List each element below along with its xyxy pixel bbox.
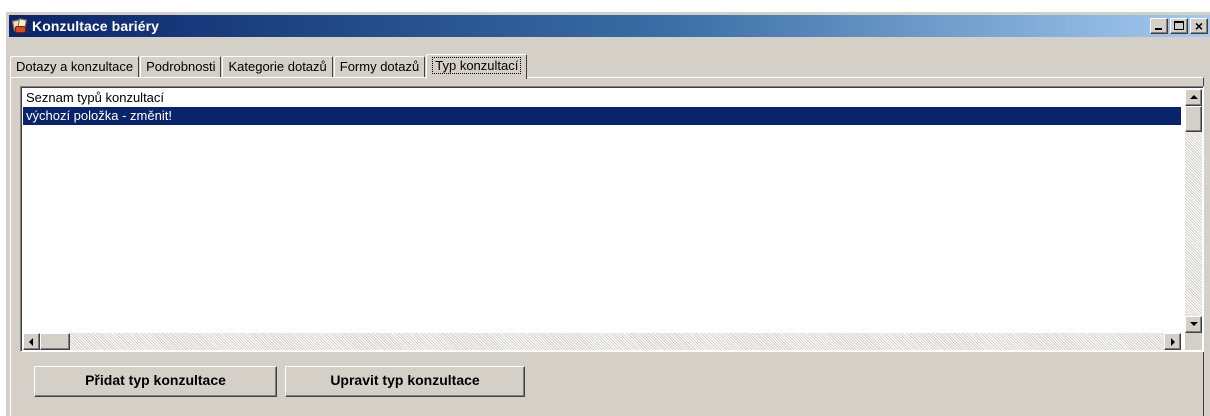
list-item[interactable]: výchozí položka - změnit! — [23, 107, 1181, 125]
edit-consultation-type-button[interactable]: Upravit typ konzultace — [285, 366, 525, 397]
minimize-button[interactable] — [1150, 18, 1168, 34]
arrow-right-icon — [1171, 338, 1175, 346]
title-bar[interactable]: Konzultace bariéry × — [9, 15, 1210, 37]
tab-typ-konzultaci-label: Typ konzultací — [432, 57, 522, 74]
horizontal-scrollbar[interactable] — [23, 333, 1181, 350]
maximize-button[interactable] — [1170, 18, 1188, 34]
consultation-type-list[interactable]: Seznam typů konzultací výchozí položka -… — [20, 86, 1204, 352]
tab-kategorie-dotazu[interactable]: Kategorie dotazů — [222, 56, 333, 78]
scroll-left-button[interactable] — [23, 333, 40, 350]
scrollbar-corner — [1185, 333, 1202, 350]
tab-dotazy-a-konzultace[interactable]: Dotazy a konzultace — [10, 56, 140, 78]
scroll-down-button[interactable] — [1185, 316, 1202, 333]
maximize-icon — [1174, 21, 1184, 30]
tab-typ-konzultaci[interactable]: Typ konzultací — [426, 54, 528, 79]
vertical-scrollbar[interactable] — [1185, 89, 1202, 333]
arrow-left-icon — [29, 338, 33, 346]
tab-podrobnosti[interactable]: Podrobnosti — [140, 56, 222, 78]
horizontal-scroll-thumb[interactable] — [40, 333, 70, 350]
window-title: Konzultace bariéry — [32, 18, 160, 34]
close-icon: × — [1194, 18, 1204, 34]
arrow-up-icon — [1190, 95, 1198, 99]
minimize-icon — [1155, 28, 1162, 30]
window-controls: × — [1150, 18, 1208, 34]
vertical-scroll-thumb[interactable] — [1185, 106, 1202, 132]
tab-strip: Dotazy a konzultace Podrobnosti Kategori… — [10, 52, 528, 79]
scroll-up-button[interactable] — [1185, 89, 1202, 106]
arrow-down-icon — [1190, 322, 1198, 326]
add-consultation-type-button[interactable]: Přidat typ konzultace — [34, 366, 277, 397]
close-button[interactable]: × — [1190, 18, 1208, 34]
list-header: Seznam typů konzultací — [26, 90, 165, 105]
documents-app-icon[interactable] — [11, 18, 28, 34]
tab-formy-dotazu[interactable]: Formy dotazů — [333, 56, 426, 78]
scroll-right-button[interactable] — [1164, 333, 1181, 350]
